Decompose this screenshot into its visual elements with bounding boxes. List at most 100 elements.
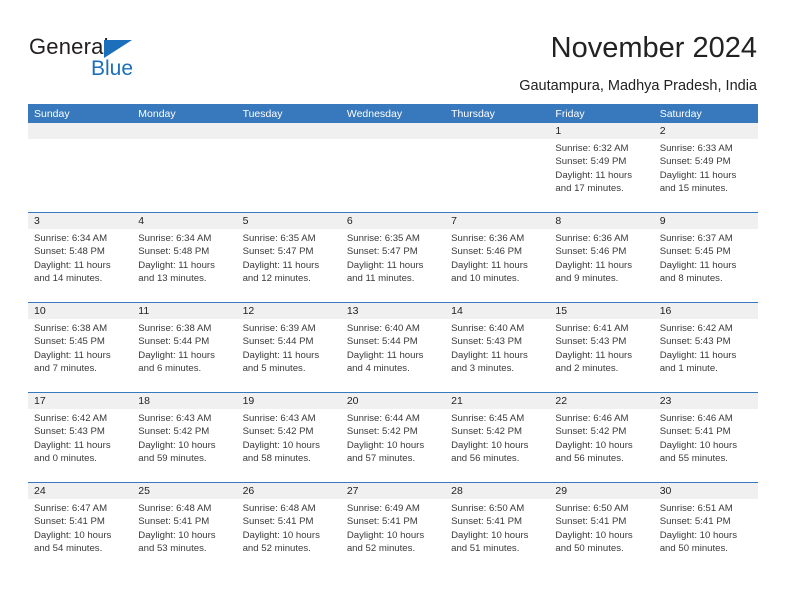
day-detail-line: Daylight: 10 hours bbox=[346, 529, 425, 541]
day-cell-7[interactable]: 7 Sunrise: 6:36 AM Sunset: 5:46 PM Daylight… bbox=[445, 213, 550, 302]
day-details: Sunrise: 6:46 AM Sunset: 5:42 PM Daylight:… bbox=[549, 409, 653, 465]
day-cell-24[interactable]: 24 Sunrise: 6:47 AM Sunset: 5:41 PM Dayligh… bbox=[28, 483, 133, 572]
day-number: 27 bbox=[340, 483, 446, 499]
day-number bbox=[132, 123, 237, 139]
day-details bbox=[132, 139, 236, 142]
day-detail-line: Sunrise: 6:49 AM bbox=[346, 503, 420, 514]
day-detail-line: Sunset: 5:42 PM bbox=[138, 426, 210, 438]
day-detail-line: Daylight: 11 hours bbox=[242, 349, 320, 361]
day-details: Sunrise: 6:35 AM Sunset: 5:47 PM Daylight:… bbox=[237, 229, 341, 285]
day-number: 9 bbox=[653, 213, 758, 229]
page-location: Gautampura, Madhya Pradesh, India bbox=[519, 78, 757, 94]
calendar-week-row: 10 Sunrise: 6:38 AM Sunset: 5:45 PM Dayligh… bbox=[28, 302, 758, 392]
page-title: November 2024 bbox=[550, 32, 757, 64]
day-cell-13[interactable]: 13 Sunrise: 6:40 AM Sunset: 5:44 PM Dayligh… bbox=[340, 303, 446, 392]
day-details bbox=[445, 139, 549, 142]
day-detail-line: Sunset: 5:42 PM bbox=[346, 426, 418, 438]
day-cell-20[interactable]: 20 Sunrise: 6:44 AM Sunset: 5:42 PM Dayligh… bbox=[340, 393, 446, 482]
day-cell-29[interactable]: 29 Sunrise: 6:50 AM Sunset: 5:41 PM Dayligh… bbox=[549, 483, 654, 572]
day-cell-15[interactable]: 15 Sunrise: 6:41 AM Sunset: 5:43 PM Dayligh… bbox=[549, 303, 654, 392]
day-cell-22[interactable]: 22 Sunrise: 6:46 AM Sunset: 5:42 PM Dayligh… bbox=[549, 393, 654, 482]
day-number: 28 bbox=[445, 483, 550, 499]
day-cell-3[interactable]: 3 Sunrise: 6:34 AM Sunset: 5:48 PM Daylight… bbox=[28, 213, 133, 302]
day-details: Sunrise: 6:36 AM Sunset: 5:46 PM Daylight:… bbox=[549, 229, 653, 285]
day-details: Sunrise: 6:51 AM Sunset: 5:41 PM Daylight:… bbox=[654, 499, 758, 555]
day-cell-19[interactable]: 19 Sunrise: 6:43 AM Sunset: 5:42 PM Dayligh… bbox=[236, 393, 341, 482]
day-detail-line: Sunrise: 6:34 AM bbox=[34, 233, 108, 244]
day-cell-26[interactable]: 26 Sunrise: 6:48 AM Sunset: 5:41 PM Dayligh… bbox=[236, 483, 341, 572]
day-detail-line: Sunset: 5:42 PM bbox=[451, 426, 523, 438]
day-detail-line: Sunset: 5:41 PM bbox=[659, 426, 731, 438]
day-cell-25[interactable]: 25 Sunrise: 6:48 AM Sunset: 5:41 PM Dayligh… bbox=[132, 483, 237, 572]
day-cell-1[interactable]: 1 Sunrise: 6:32 AM Sunset: 5:49 PM Daylight… bbox=[549, 123, 654, 212]
day-detail-line: and 0 minutes. bbox=[34, 452, 97, 464]
day-detail-line: Daylight: 11 hours bbox=[34, 439, 111, 451]
day-detail-line: Daylight: 10 hours bbox=[659, 439, 738, 451]
day-cell-12[interactable]: 12 Sunrise: 6:39 AM Sunset: 5:44 PM Dayligh… bbox=[236, 303, 341, 392]
day-cell-2[interactable]: 2 Sunrise: 6:33 AM Sunset: 5:49 PM Daylight… bbox=[653, 123, 758, 212]
day-detail-line: and 13 minutes. bbox=[138, 272, 207, 284]
day-detail-line: Daylight: 11 hours bbox=[34, 349, 111, 361]
day-detail-line: and 51 minutes. bbox=[451, 542, 520, 554]
day-details: Sunrise: 6:48 AM Sunset: 5:41 PM Daylight:… bbox=[132, 499, 236, 555]
weekday-header-friday: Friday bbox=[555, 108, 585, 120]
weekday-header-monday: Monday bbox=[138, 108, 176, 120]
day-cell-16[interactable]: 16 Sunrise: 6:42 AM Sunset: 5:43 PM Dayligh… bbox=[653, 303, 758, 392]
day-detail-line: Sunset: 5:43 PM bbox=[555, 336, 627, 348]
brand-name-blue: Blue bbox=[91, 57, 134, 80]
day-number bbox=[340, 123, 446, 139]
day-detail-line: and 8 minutes. bbox=[659, 272, 723, 284]
day-cell-17[interactable]: 17 Sunrise: 6:42 AM Sunset: 5:43 PM Dayligh… bbox=[28, 393, 133, 482]
day-details: Sunrise: 6:41 AM Sunset: 5:43 PM Daylight:… bbox=[549, 319, 653, 375]
day-cell-18[interactable]: 18 Sunrise: 6:43 AM Sunset: 5:42 PM Dayligh… bbox=[132, 393, 237, 482]
day-cell-empty bbox=[445, 123, 550, 212]
day-detail-line: Sunrise: 6:39 AM bbox=[242, 323, 316, 334]
day-details: Sunrise: 6:44 AM Sunset: 5:42 PM Daylight:… bbox=[341, 409, 445, 465]
day-detail-line: Sunrise: 6:38 AM bbox=[34, 323, 108, 334]
day-cell-27[interactable]: 27 Sunrise: 6:49 AM Sunset: 5:41 PM Dayligh… bbox=[340, 483, 446, 572]
day-details: Sunrise: 6:48 AM Sunset: 5:41 PM Daylight:… bbox=[237, 499, 341, 555]
day-number: 11 bbox=[132, 303, 237, 319]
day-number: 15 bbox=[549, 303, 654, 319]
day-detail-line: and 10 minutes. bbox=[451, 272, 520, 284]
day-detail-line: Daylight: 10 hours bbox=[242, 529, 320, 541]
day-details: Sunrise: 6:47 AM Sunset: 5:41 PM Daylight:… bbox=[28, 499, 132, 555]
day-detail-line: and 2 minutes. bbox=[555, 362, 619, 374]
day-detail-line: and 55 minutes. bbox=[659, 452, 728, 464]
day-detail-line: and 59 minutes. bbox=[138, 452, 207, 464]
day-details: Sunrise: 6:39 AM Sunset: 5:44 PM Daylight:… bbox=[237, 319, 341, 375]
day-details: Sunrise: 6:34 AM Sunset: 5:48 PM Daylight:… bbox=[28, 229, 132, 285]
day-detail-line: Sunset: 5:42 PM bbox=[242, 426, 314, 438]
day-detail-line: Sunset: 5:48 PM bbox=[34, 246, 105, 258]
day-detail-line: Daylight: 10 hours bbox=[451, 529, 529, 541]
day-detail-line: Sunset: 5:41 PM bbox=[34, 516, 105, 528]
day-detail-line: Sunrise: 6:46 AM bbox=[659, 413, 733, 424]
day-detail-line: Daylight: 11 hours bbox=[555, 259, 633, 271]
day-cell-6[interactable]: 6 Sunrise: 6:35 AM Sunset: 5:47 PM Daylight… bbox=[340, 213, 446, 302]
day-cell-28[interactable]: 28 Sunrise: 6:50 AM Sunset: 5:41 PM Dayligh… bbox=[445, 483, 550, 572]
day-cell-14[interactable]: 14 Sunrise: 6:40 AM Sunset: 5:43 PM Dayligh… bbox=[445, 303, 550, 392]
day-detail-line: and 3 minutes. bbox=[451, 362, 515, 374]
triangle-icon bbox=[104, 40, 132, 58]
day-detail-line: Sunrise: 6:42 AM bbox=[34, 413, 108, 424]
day-cell-23[interactable]: 23 Sunrise: 6:46 AM Sunset: 5:41 PM Dayligh… bbox=[653, 393, 758, 482]
day-detail-line: Sunrise: 6:33 AM bbox=[659, 143, 733, 154]
day-cell-8[interactable]: 8 Sunrise: 6:36 AM Sunset: 5:46 PM Daylight… bbox=[549, 213, 654, 302]
day-cell-21[interactable]: 21 Sunrise: 6:45 AM Sunset: 5:42 PM Dayligh… bbox=[445, 393, 550, 482]
day-cell-5[interactable]: 5 Sunrise: 6:35 AM Sunset: 5:47 PM Daylight… bbox=[236, 213, 341, 302]
day-detail-line: Sunrise: 6:32 AM bbox=[555, 143, 629, 154]
day-cell-11[interactable]: 11 Sunrise: 6:38 AM Sunset: 5:44 PM Dayligh… bbox=[132, 303, 237, 392]
day-cell-4[interactable]: 4 Sunrise: 6:34 AM Sunset: 5:48 PM Daylight… bbox=[132, 213, 237, 302]
day-details: Sunrise: 6:45 AM Sunset: 5:42 PM Daylight:… bbox=[445, 409, 549, 465]
day-detail-line: Sunrise: 6:41 AM bbox=[555, 323, 629, 334]
day-cell-9[interactable]: 9 Sunrise: 6:37 AM Sunset: 5:45 PM Daylight… bbox=[653, 213, 758, 302]
day-detail-line: and 52 minutes. bbox=[242, 542, 311, 554]
day-cell-10[interactable]: 10 Sunrise: 6:38 AM Sunset: 5:45 PM Dayligh… bbox=[28, 303, 133, 392]
day-cell-30[interactable]: 30 Sunrise: 6:51 AM Sunset: 5:41 PM Dayligh… bbox=[653, 483, 758, 572]
day-cell-empty bbox=[28, 123, 133, 212]
brand-logo[interactable]: General Blue bbox=[29, 34, 229, 82]
day-number: 23 bbox=[653, 393, 758, 409]
day-number: 5 bbox=[236, 213, 341, 229]
day-detail-line: Sunrise: 6:46 AM bbox=[555, 413, 629, 424]
day-detail-line: and 17 minutes. bbox=[555, 182, 624, 194]
